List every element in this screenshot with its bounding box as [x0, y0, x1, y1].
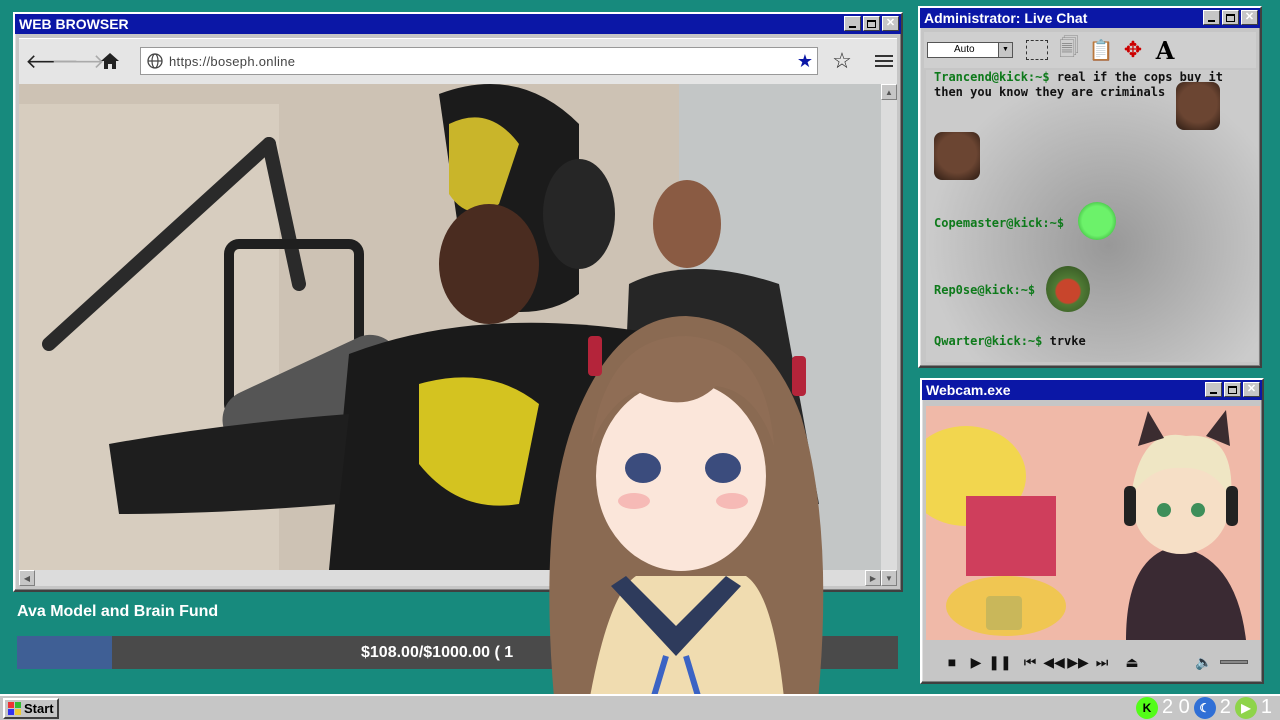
fund-title: Ava Model and Brain Fund	[17, 603, 219, 620]
chat-window-buttons: ✕	[1203, 10, 1258, 25]
chat-message: Qwarter@kick:~$ trvke	[934, 334, 1224, 349]
chat-text: trvke	[1049, 334, 1086, 348]
chat-toolbar: Auto ▼ 🗐 📋 ✥ A	[924, 32, 1256, 68]
start-label: Start	[24, 701, 54, 716]
moon-icon[interactable]: ☾	[1193, 696, 1216, 719]
fast-forward-icon[interactable]: ▶▶	[1066, 654, 1090, 671]
maximize-button[interactable]	[1222, 10, 1239, 25]
url-text: https://boseph.online	[169, 53, 296, 69]
fund-progress-text: $108.00/$1000.00 ( 1	[361, 644, 514, 661]
minimize-button[interactable]	[1205, 382, 1222, 397]
play-icon[interactable]: ▶	[964, 654, 988, 671]
windows-logo-icon	[8, 702, 21, 715]
chat-username: Qwarter@kick:~$	[934, 334, 1043, 348]
start-button[interactable]: Start	[3, 698, 59, 719]
maximize-icon	[1228, 385, 1237, 394]
hamburger-menu-icon[interactable]	[871, 50, 897, 72]
pause-icon[interactable]: ❚❚	[988, 654, 1012, 671]
font-icon[interactable]: A	[1151, 36, 1179, 65]
scroll-up-icon[interactable]: ▲	[881, 84, 897, 100]
minimize-icon	[849, 25, 856, 28]
browser-titlebar[interactable]: WEB BROWSER ✕	[15, 14, 901, 34]
rewind-icon[interactable]: ◀◀	[1042, 654, 1066, 671]
browser-title: WEB BROWSER	[19, 16, 129, 32]
webcam-title: Webcam.exe	[926, 382, 1011, 398]
select-rect-icon[interactable]	[1023, 36, 1051, 64]
minimize-icon	[1208, 19, 1215, 22]
eject-icon[interactable]: ⏏	[1120, 654, 1144, 671]
system-tray: K 2 0 ☾ 2 ▶ 1	[1135, 696, 1272, 719]
close-icon: ✕	[885, 17, 896, 29]
address-bar[interactable]: https://boseph.online ★	[140, 47, 818, 75]
globe-icon	[147, 53, 163, 69]
chat-username: Copemaster@kick:~$	[934, 216, 1065, 230]
zoom-select-value: Auto	[954, 44, 975, 55]
volume-icon[interactable]: 🔈	[1192, 654, 1216, 671]
webcam-titlebar[interactable]: Webcam.exe ✕	[922, 380, 1262, 400]
skip-back-icon[interactable]: ⏮	[1018, 654, 1042, 671]
close-button[interactable]: ✕	[1243, 382, 1260, 397]
maximize-button[interactable]	[863, 16, 880, 31]
minimize-button[interactable]	[1203, 10, 1220, 25]
chat-messages[interactable]: Trancend@kick:~$ real if the cops buy it…	[926, 70, 1258, 362]
laughing-emote-icon	[1078, 202, 1116, 240]
vertical-scrollbar[interactable]: ▲ ▼	[881, 84, 897, 586]
paste-icon[interactable]: 📋	[1087, 36, 1115, 64]
close-button[interactable]: ✕	[1241, 10, 1258, 25]
chat-titlebar[interactable]: Administrator: Live Chat ✕	[920, 8, 1260, 28]
minimize-button[interactable]	[844, 16, 861, 31]
webcam-frame	[926, 406, 1260, 640]
kick-viewer-count: 2 0	[1161, 696, 1190, 718]
minimize-icon	[1210, 391, 1217, 394]
maximize-icon	[867, 19, 876, 28]
close-icon: ✕	[1244, 11, 1255, 23]
browser-navbar: 🡐 🡒 https://boseph.online ★ ☆	[19, 38, 897, 84]
play-count: 1	[1260, 696, 1272, 718]
maximize-icon	[1226, 13, 1235, 22]
face-emote-icon	[934, 132, 980, 180]
kick-logo-icon[interactable]: K	[1135, 696, 1158, 719]
live-chat-window: Administrator: Live Chat ✕ Auto ▼ 🗐 📋 ✥ …	[918, 6, 1262, 368]
face-emote-icon	[1176, 82, 1220, 130]
webcam-controls: ■ ▶ ❚❚ ⏮ ◀◀ ▶▶ ⏭ ⏏ 🔈	[926, 646, 1260, 678]
skip-forward-icon[interactable]: ⏭	[1090, 654, 1114, 671]
chat-title: Administrator: Live Chat	[924, 10, 1088, 26]
chat-username: Rep0se@kick:~$	[934, 283, 1036, 297]
webcam-window-buttons: ✕	[1205, 382, 1260, 397]
play-circle-icon[interactable]: ▶	[1234, 696, 1257, 719]
stop-icon[interactable]: ■	[940, 654, 964, 670]
star-outline-icon[interactable]: ☆	[829, 48, 855, 73]
taskbar: Start K 2 0 ☾ 2 ▶ 1	[0, 694, 1280, 720]
forward-arrow-icon[interactable]: 🡒	[51, 50, 105, 73]
copy-icon[interactable]: 🗐	[1055, 36, 1083, 64]
webcam-video[interactable]	[926, 406, 1260, 640]
close-button[interactable]: ✕	[882, 16, 899, 31]
vtuber-avatar	[549, 316, 824, 720]
scroll-down-icon[interactable]: ▼	[881, 570, 897, 586]
scroll-left-icon[interactable]: ◀	[19, 570, 35, 586]
webcam-window: Webcam.exe ✕ ■ ▶ ❚❚ ⏮ ◀◀ ▶▶ ⏭ ⏏ 🔈	[920, 378, 1264, 684]
move-icon[interactable]: ✥	[1119, 36, 1147, 64]
scroll-right-icon[interactable]: ▶	[865, 570, 881, 586]
moon-count: 2	[1219, 696, 1231, 718]
chat-username: Trancend@kick:~$	[934, 70, 1050, 84]
volume-slider[interactable]	[1220, 660, 1248, 664]
browser-window-buttons: ✕	[844, 16, 899, 31]
zoom-select[interactable]: Auto ▼	[927, 42, 1013, 58]
maximize-button[interactable]	[1224, 382, 1241, 397]
fund-progress-fill	[17, 636, 113, 669]
pepe-emote-icon	[1046, 266, 1090, 312]
close-icon: ✕	[1246, 383, 1257, 395]
chevron-down-icon: ▼	[998, 43, 1012, 57]
home-icon[interactable]	[97, 50, 123, 72]
star-filled-icon[interactable]: ★	[797, 52, 813, 70]
